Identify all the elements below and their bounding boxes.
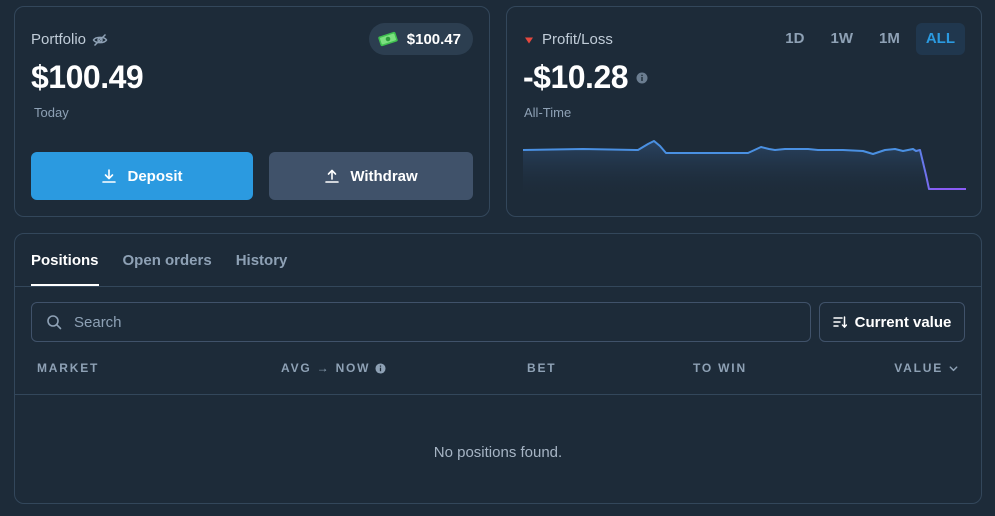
column-header-avg-now: AVG → NOW xyxy=(281,361,386,375)
profit-loss-title: Profit/Loss xyxy=(542,31,613,48)
tab-history[interactable]: History xyxy=(236,234,288,286)
table-header-divider xyxy=(15,394,981,395)
profit-loss-header: Profit/Loss xyxy=(524,31,613,48)
column-header-market: MARKET xyxy=(37,361,99,375)
empty-state-message: No positions found. xyxy=(433,444,563,461)
range-tab-1w[interactable]: 1W xyxy=(820,23,863,55)
portfolio-title: Portfolio xyxy=(31,31,87,48)
range-tab-1d[interactable]: 1D xyxy=(775,23,814,55)
search-icon xyxy=(46,314,62,330)
profit-loss-value-row: -$10.28 xyxy=(523,59,648,96)
info-icon[interactable] xyxy=(636,72,648,84)
column-header-value[interactable]: VALUE xyxy=(894,361,959,375)
tab-open-orders[interactable]: Open orders xyxy=(123,234,212,286)
withdraw-label: Withdraw xyxy=(350,167,418,185)
positions-card: Positions Open orders History Current va… xyxy=(14,233,982,504)
portfolio-header: Portfolio xyxy=(31,31,108,48)
tab-positions[interactable]: Positions xyxy=(31,234,99,286)
profit-loss-chart xyxy=(523,140,966,199)
range-tab-1m[interactable]: 1M xyxy=(869,23,910,55)
column-header-to-win-label: TO WIN xyxy=(693,361,747,375)
eye-off-icon[interactable] xyxy=(92,32,108,48)
sort-icon xyxy=(832,315,847,329)
search-box[interactable] xyxy=(31,302,811,342)
profit-loss-value: -$10.28 xyxy=(523,59,629,95)
tabs-divider xyxy=(15,286,981,287)
column-header-bet: BET xyxy=(527,361,556,375)
portfolio-period: Today xyxy=(34,105,69,120)
column-header-to-win: TO WIN xyxy=(693,361,747,375)
chevron-down-icon xyxy=(948,363,959,374)
cash-balance: $100.47 xyxy=(406,30,461,48)
download-icon xyxy=(101,168,117,184)
portfolio-value: $100.49 xyxy=(31,59,144,95)
column-header-value-label: VALUE xyxy=(894,361,943,375)
down-triangle-icon xyxy=(524,35,534,45)
column-header-market-label: MARKET xyxy=(37,361,100,375)
column-header-avg-now-label: AVG → NOW xyxy=(281,361,371,375)
upload-icon xyxy=(324,168,340,184)
cash-balance-badge[interactable]: $100.47 xyxy=(368,23,473,55)
info-icon[interactable] xyxy=(375,362,386,374)
range-tab-all[interactable]: ALL xyxy=(915,23,965,55)
search-input[interactable] xyxy=(72,312,776,332)
column-header-bet-label: BET xyxy=(527,361,557,375)
cash-icon xyxy=(377,31,399,47)
positions-tabs: Positions Open orders History xyxy=(31,234,287,286)
sort-current-value-button[interactable]: Current value xyxy=(819,302,965,342)
profit-loss-period: All-Time xyxy=(524,105,572,120)
sort-label: Current value xyxy=(854,313,952,331)
portfolio-card: Portfolio $100.47 $100.49 Today Deposit … xyxy=(14,6,490,217)
time-range-tabs: 1D 1W 1M ALL xyxy=(775,23,965,55)
profit-loss-card: Profit/Loss 1D 1W 1M ALL -$10.28 All-Tim… xyxy=(506,6,982,217)
deposit-label: Deposit xyxy=(127,167,183,185)
withdraw-button[interactable]: Withdraw xyxy=(269,152,473,200)
deposit-button[interactable]: Deposit xyxy=(31,152,253,200)
